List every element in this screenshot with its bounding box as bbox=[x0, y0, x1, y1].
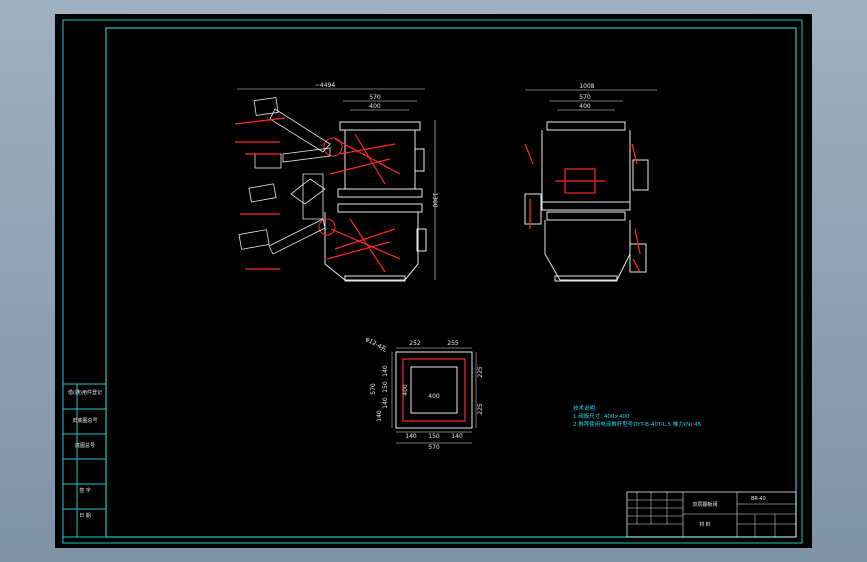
left-side-panel: 借(通)用件登记 旧底图总号 底图总号 签 字 日 期 bbox=[62, 383, 107, 538]
material-label: 材 料 bbox=[699, 521, 711, 528]
flange-left-140b: 140 bbox=[382, 397, 389, 409]
flange-bottom-570: 570 bbox=[428, 444, 440, 451]
flange-left-140c: 140 bbox=[376, 410, 383, 422]
side-row5-text: 日 期 bbox=[79, 513, 91, 519]
side-row3-text: 底图总号 bbox=[75, 442, 95, 449]
notes-line2: 2.推荐使用电液推杆型号DYT-B-40T-L.5 推力(N):45 bbox=[573, 420, 702, 428]
flange-left-570: 570 bbox=[370, 383, 377, 395]
notes-title: 技术说明: bbox=[573, 404, 597, 412]
front-width-400: 400 bbox=[579, 103, 591, 110]
flange-view: φ12-4孔 252 255 570 140 150 140 140 225 2… bbox=[364, 335, 484, 451]
flange-top-left: 252 bbox=[409, 340, 421, 347]
side-width-400: 400 bbox=[369, 103, 381, 110]
side-row4-text: 签 字 bbox=[79, 487, 91, 494]
outer-border bbox=[62, 19, 803, 544]
flange-right-225b: 225 bbox=[477, 403, 484, 415]
front-width-570: 570 bbox=[579, 94, 591, 101]
front-overall-width: 1008 bbox=[579, 83, 594, 90]
flange-left-140a: 140 bbox=[382, 365, 389, 377]
side-row2-text: 旧底图总号 bbox=[72, 417, 97, 424]
flange-inner-400-v: 400 bbox=[402, 384, 409, 396]
side-overall-width: ~4494 bbox=[315, 82, 335, 89]
side-height-1300: 1300 bbox=[431, 192, 438, 207]
part-code: BR-40 bbox=[751, 496, 766, 502]
front-view: 1008 570 400 bbox=[524, 83, 657, 282]
flange-top-right: 255 bbox=[447, 340, 459, 347]
drawing-sheet: 借(通)用件登记 旧底图总号 底图总号 签 字 日 期 ~4494 570 40… bbox=[62, 19, 803, 544]
flange-bottom-140b: 140 bbox=[451, 433, 463, 440]
inner-border bbox=[105, 27, 797, 538]
side-row1-text: 借(通)用件登记 bbox=[68, 389, 102, 396]
side-width-570: 570 bbox=[369, 94, 381, 101]
flange-hole-label: φ12-4孔 bbox=[364, 335, 388, 354]
title-block: 双层翻板阀 BR-40 材 料 bbox=[626, 491, 797, 538]
technical-notes: 技术说明: 1.阀板尺寸: 400×400 2.推荐使用电液推杆型号DYT-B-… bbox=[573, 404, 702, 428]
notes-line1: 1.阀板尺寸: 400×400 bbox=[573, 412, 630, 420]
drawing-name: 双层翻板阀 bbox=[692, 501, 717, 508]
flange-left-150: 150 bbox=[382, 381, 389, 393]
flange-inner-400-h: 400 bbox=[428, 393, 440, 400]
flange-bottom-140a: 140 bbox=[405, 433, 417, 440]
flange-right-225a: 225 bbox=[477, 366, 484, 378]
side-view: ~4494 570 400 1300 bbox=[234, 82, 438, 282]
cad-drawing-viewport[interactable]: 借(通)用件登记 旧底图总号 底图总号 签 字 日 期 ~4494 570 40… bbox=[55, 14, 812, 548]
flange-bottom-150: 150 bbox=[428, 433, 440, 440]
